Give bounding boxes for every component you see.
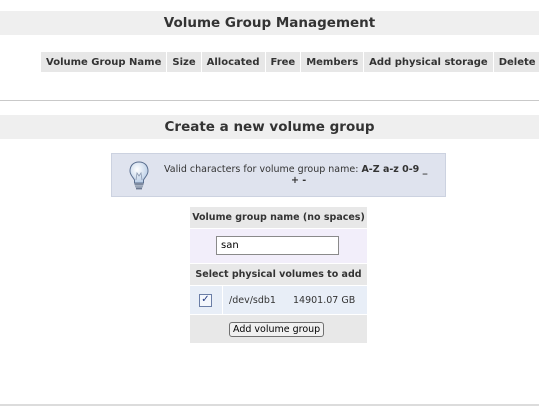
bottom-divider	[0, 404, 539, 406]
vg-name-input[interactable]	[216, 236, 339, 255]
section-divider	[0, 100, 539, 101]
add-volume-group-button[interactable]: Add volume group	[229, 322, 325, 337]
col-members: Members	[301, 52, 364, 72]
volume-group-table: Volume Group Name Size Allocated Free Me…	[40, 51, 539, 73]
pv-size: 14901.07 GB	[293, 294, 356, 306]
create-vg-title: Create a new volume group	[0, 115, 539, 139]
lightbulb-icon	[129, 161, 149, 190]
pv-device: /dev/sdb1	[229, 294, 276, 306]
col-size: Size	[167, 52, 201, 72]
table-header-row: Volume Group Name Size Allocated Free Me…	[41, 52, 539, 72]
info-chars: A-Z a-z 0-9 _	[361, 164, 428, 175]
submit-row: Add volume group	[190, 315, 367, 343]
info-text: Valid characters for volume group name: …	[164, 164, 444, 186]
info-tail: + -	[291, 175, 307, 186]
col-delete-vg: Delete VG	[493, 52, 539, 72]
info-prefix: Valid characters for volume group name:	[164, 164, 362, 175]
col-volume-group-name: Volume Group Name	[41, 52, 167, 72]
col-free: Free	[265, 52, 301, 72]
vg-management-title: Volume Group Management	[0, 11, 539, 35]
pv-select-label: Select physical volumes to add	[190, 264, 367, 285]
pv-checkbox[interactable]: ✓	[199, 293, 212, 307]
create-vg-form: Volume group name (no spaces) Select phy…	[190, 207, 367, 343]
col-allocated: Allocated	[201, 52, 265, 72]
vg-name-label: Volume group name (no spaces)	[190, 207, 367, 228]
info-box: Valid characters for volume group name: …	[111, 153, 446, 197]
col-add-physical-storage: Add physical storage	[364, 52, 493, 72]
pv-separator	[222, 286, 223, 314]
pv-row: ✓ /dev/sdb1 14901.07 GB	[190, 286, 367, 314]
vg-name-row	[190, 229, 367, 263]
